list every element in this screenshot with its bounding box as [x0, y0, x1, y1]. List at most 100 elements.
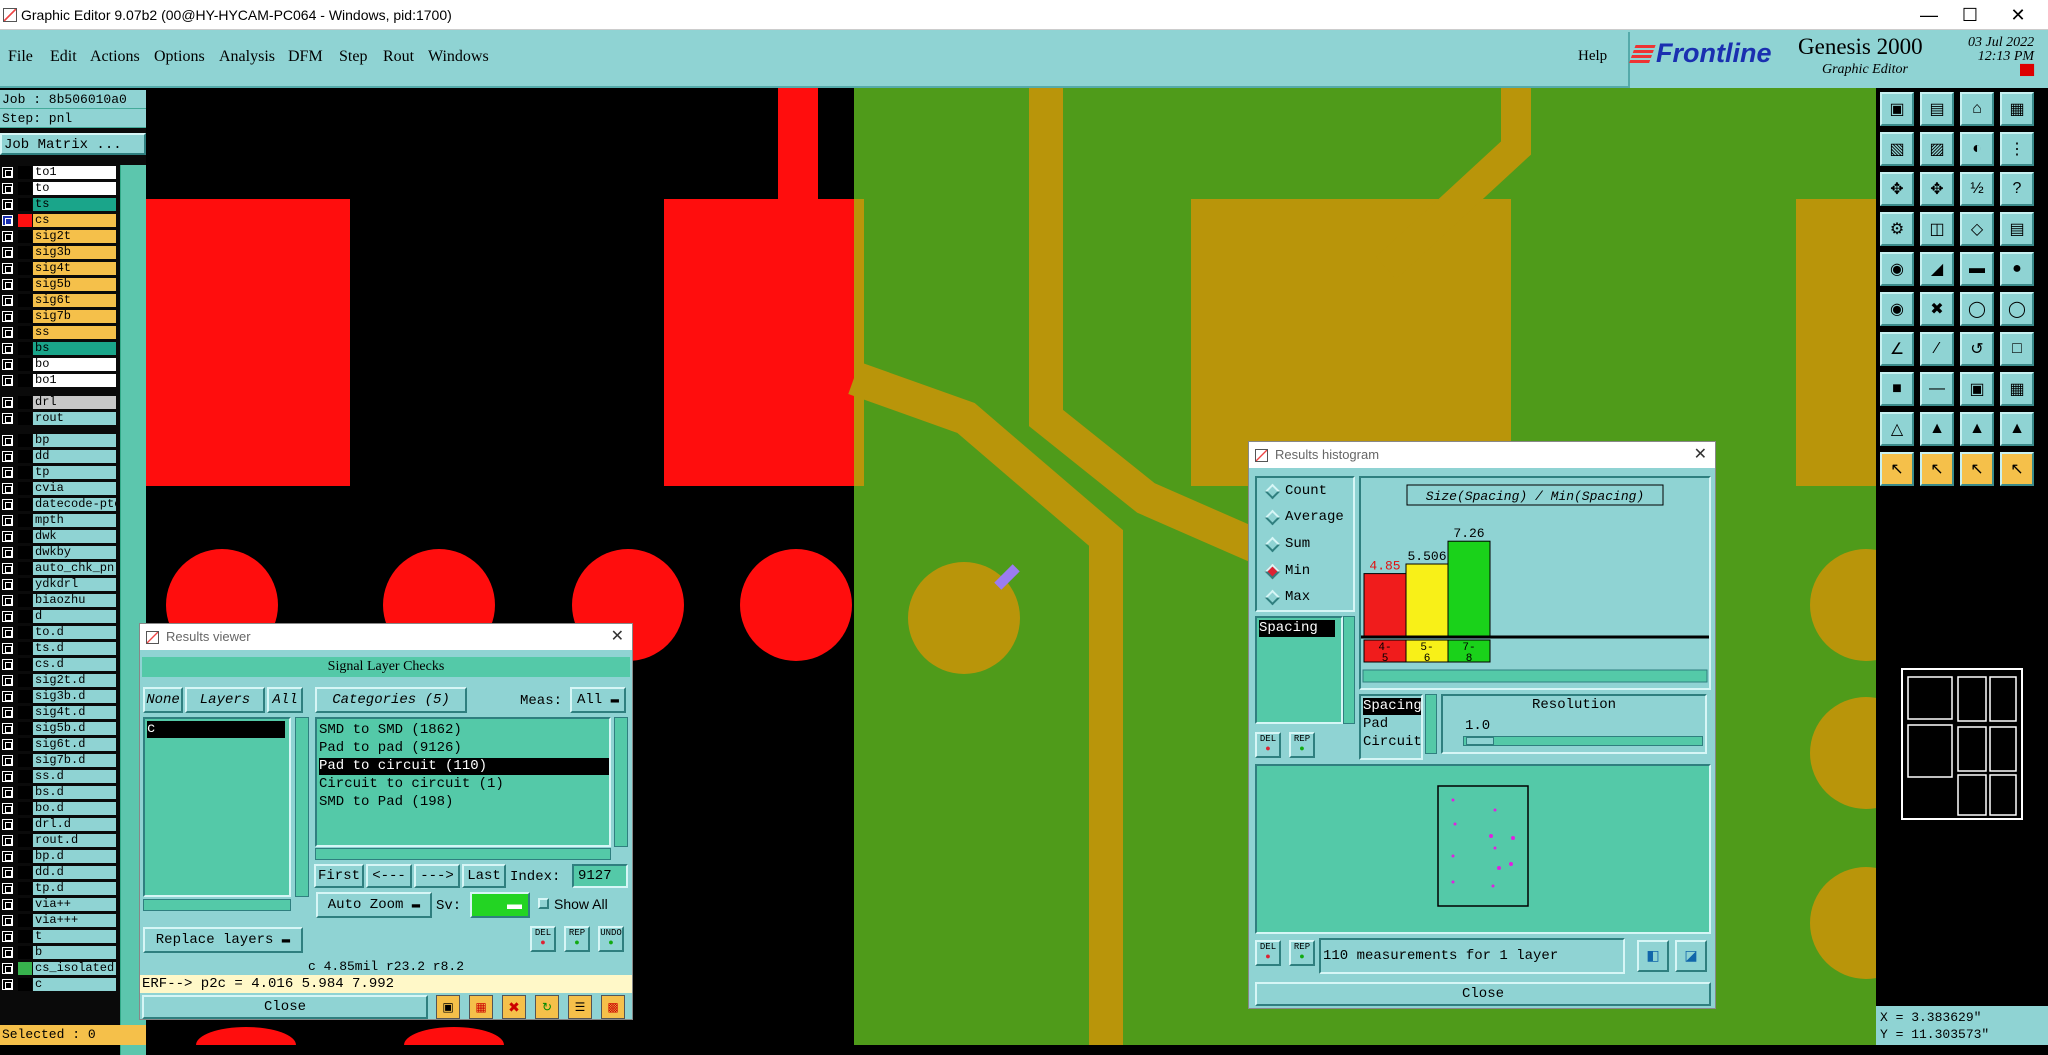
layer-row[interactable]: mpth [0, 513, 120, 528]
layer-checkbox[interactable] [2, 867, 13, 878]
rep-button[interactable]: REP ● [1289, 732, 1315, 758]
layer-name[interactable]: to [33, 182, 116, 195]
layers-button[interactable]: Layers [185, 687, 265, 713]
layer-checkbox[interactable] [2, 515, 13, 526]
resolution-slider[interactable] [1463, 736, 1703, 746]
menu-edit[interactable]: Edit [50, 48, 77, 66]
layer-name[interactable]: bp [33, 434, 116, 447]
slider-handle[interactable] [1466, 737, 1494, 745]
layer-checkbox[interactable] [2, 675, 13, 686]
replace-layers-dropdown[interactable]: Replace layers ▬ [143, 927, 303, 953]
layer-checkbox[interactable] [2, 787, 13, 798]
list-item[interactable]: Circuit [1363, 734, 1422, 751]
layer-checkbox[interactable] [2, 643, 13, 654]
list-item-selected[interactable]: Pad to circuit (110) [319, 758, 609, 775]
layer-checkbox[interactable] [2, 375, 13, 386]
layer-name[interactable]: to.d [33, 626, 116, 639]
undo-button[interactable]: UNDO ● [598, 926, 624, 952]
layer-name[interactable]: sig2t.d [33, 674, 116, 687]
layer-row[interactable]: ss.d [0, 769, 120, 784]
rotate-icon[interactable]: ◯ [1960, 292, 1994, 326]
layer-name[interactable]: c [33, 978, 116, 991]
layer-color-swatch[interactable] [18, 786, 32, 799]
layer-color-swatch[interactable] [18, 658, 32, 671]
layer-color-swatch[interactable] [18, 546, 32, 559]
type-list-scrollbar[interactable] [1425, 694, 1437, 754]
pointer-icon[interactable]: ↖ [1880, 452, 1914, 486]
layer-name[interactable]: sig7b.d [33, 754, 116, 767]
undo-icon[interactable]: ◐ [1960, 132, 1994, 166]
home-icon[interactable]: ⌂ [1960, 92, 1994, 126]
dash-icon[interactable]: — [1920, 372, 1954, 406]
layer-color-swatch[interactable] [18, 594, 32, 607]
layer-name[interactable]: drl [33, 396, 116, 409]
layer-checkbox[interactable] [2, 691, 13, 702]
histogram-icon[interactable]: ▩ [601, 995, 625, 1019]
report-icon[interactable]: ▦ [469, 995, 493, 1019]
layer-checkbox[interactable] [2, 483, 13, 494]
layer-row[interactable]: via+++ [0, 913, 120, 928]
layer-name[interactable]: ydkdrl [33, 578, 116, 591]
layer-color-swatch[interactable] [18, 578, 32, 591]
layer-row[interactable]: to.d [0, 625, 120, 640]
cross-icon[interactable]: ✖ [1920, 292, 1954, 326]
list-item-selected[interactable]: Spacing [1259, 620, 1335, 637]
layer-name[interactable]: via++ [33, 898, 116, 911]
measure-icon[interactable]: ▲ [1920, 412, 1954, 446]
layer-list-scrollbar[interactable] [295, 717, 309, 897]
grid-icon[interactable]: ▨ [1920, 132, 1954, 166]
layer-checkbox[interactable] [2, 947, 13, 958]
layer-row[interactable]: cs.d [0, 657, 120, 672]
layer-row[interactable]: bo1 [0, 373, 120, 388]
layer-checkbox[interactable] [2, 963, 13, 974]
layer-checkbox[interactable] [2, 835, 13, 846]
layer-checkbox[interactable] [2, 531, 13, 542]
layer-name[interactable]: datecode-ptc [33, 498, 116, 511]
all-button[interactable]: All [267, 687, 303, 713]
layer-color-swatch[interactable] [18, 562, 32, 575]
layer-name[interactable]: ss.d [33, 770, 116, 783]
group-icon[interactable]: ▣ [1960, 372, 1994, 406]
layer-checkbox[interactable] [2, 183, 13, 194]
close-button[interactable]: Close [142, 995, 428, 1019]
layer-name[interactable]: sig5b [33, 278, 116, 291]
layer-row[interactable]: sig5b [0, 277, 120, 292]
previous-button[interactable]: <--- [366, 864, 412, 888]
stat-sum-radio[interactable]: Sum [1263, 533, 1310, 555]
list-item[interactable]: SMD to Pad (198) [319, 794, 453, 811]
list-item-selected[interactable]: Spacing [1363, 698, 1422, 715]
layer-name[interactable]: rout.d [33, 834, 116, 847]
slash-icon[interactable]: ∕ [1920, 332, 1954, 366]
layer-color-swatch[interactable] [18, 610, 32, 623]
layer-color-swatch[interactable] [18, 898, 32, 911]
stat-average-radio[interactable]: Average [1263, 506, 1344, 528]
layer-name[interactable]: rout [33, 412, 116, 425]
layer-color-swatch[interactable] [18, 450, 32, 463]
close-button[interactable]: Close [1255, 982, 1711, 1006]
pointer4-icon[interactable]: ↖ [2000, 452, 2034, 486]
layer-name[interactable]: bs [33, 342, 116, 355]
close-window-button[interactable]: ✕ [1995, 0, 2041, 30]
layer-checkbox[interactable] [2, 979, 13, 990]
layer-row[interactable]: bs [0, 341, 120, 356]
layer-color-swatch[interactable] [18, 626, 32, 639]
histogram-bar[interactable] [1363, 573, 1407, 637]
minimize-button[interactable]: — [1906, 0, 1952, 30]
layer-row[interactable]: cs_isolated [0, 961, 120, 976]
overview-map[interactable] [1876, 655, 2048, 845]
layer-row[interactable]: auto_chk_pn [0, 561, 120, 576]
layer-name[interactable]: dd.d [33, 866, 116, 879]
tree-icon[interactable]: ◇ [1960, 212, 1994, 246]
layer-row[interactable]: dwkby [0, 545, 120, 560]
layer-checkbox[interactable] [2, 467, 13, 478]
category-list-hscroll[interactable] [315, 848, 611, 860]
layer-row[interactable]: b [0, 945, 120, 960]
layer-checkbox[interactable] [2, 359, 13, 370]
line-icon[interactable]: ▬ [1960, 252, 1994, 286]
layer-checkbox[interactable] [2, 755, 13, 766]
layer-checkbox[interactable] [2, 343, 13, 354]
layer-name[interactable]: t [33, 930, 116, 943]
layer-color-swatch[interactable] [18, 978, 32, 991]
layer-row[interactable]: ts.d [0, 641, 120, 656]
layer-checkbox[interactable] [2, 579, 13, 590]
